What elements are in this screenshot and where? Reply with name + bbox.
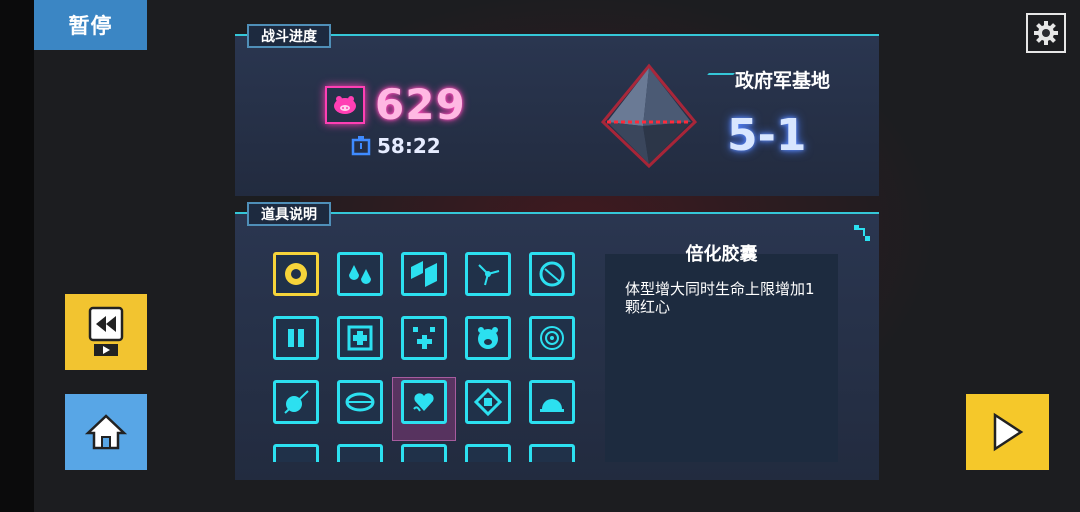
pause-bars-icon xyxy=(288,329,304,347)
pig-icon xyxy=(478,327,498,349)
stage-level: 5-1 xyxy=(727,110,807,161)
gear-icon xyxy=(1034,21,1058,45)
stopwatch-icon xyxy=(351,136,371,156)
heart-icon xyxy=(413,393,434,412)
item-description-text: 体型增大同时生命上限增加1颗红心 xyxy=(625,280,815,316)
home-button[interactable] xyxy=(65,394,147,470)
item-pause[interactable] xyxy=(273,316,319,360)
cracked-orb-icon xyxy=(539,261,565,287)
item-description-label: 道具说明 xyxy=(261,207,317,223)
item-crate-burst[interactable] xyxy=(465,380,511,424)
left-edge xyxy=(0,0,34,512)
medkit-icon xyxy=(347,325,373,351)
radar-icon xyxy=(540,326,564,350)
water-drop-icon xyxy=(349,265,371,284)
pause-button[interactable]: 暂停 xyxy=(34,0,147,50)
helmet-icon xyxy=(540,399,564,412)
item-water-drops[interactable] xyxy=(337,252,383,296)
item-sparkle-plus[interactable] xyxy=(401,316,447,360)
diamond-crystal-icon xyxy=(600,63,698,169)
score-row: 629 xyxy=(325,80,466,129)
item-description-panel: 道具说明 倍化胶囊 体型增大同时生命上限增加1颗红心 xyxy=(235,202,879,480)
item-heart-capsule[interactable] xyxy=(401,380,447,424)
target-icon xyxy=(285,263,307,285)
stage-name: 政府军基地 xyxy=(697,66,831,93)
battle-progress-label: 战斗进度 xyxy=(261,29,317,45)
item-helmet[interactable] xyxy=(529,380,575,424)
item-network[interactable] xyxy=(465,252,511,296)
settings-button[interactable] xyxy=(1026,13,1066,53)
pause-label: 暂停 xyxy=(68,14,113,38)
expand-corner-icon xyxy=(854,225,870,241)
sparkle-plus-icon xyxy=(413,327,435,349)
network-icon xyxy=(478,264,500,286)
item-grid xyxy=(273,252,583,462)
slash-face-icon xyxy=(284,390,309,414)
pig-target-icon xyxy=(325,85,365,124)
crate-burst-icon xyxy=(473,387,503,417)
item-row4-1[interactable] xyxy=(273,444,319,462)
item-shatter[interactable] xyxy=(401,252,447,296)
stage-name-text: 政府军基地 xyxy=(735,70,831,92)
continue-play-button[interactable] xyxy=(966,394,1049,470)
item-row4-2[interactable] xyxy=(337,444,383,462)
battle-progress-tab: 战斗进度 xyxy=(247,24,331,48)
item-row4-5[interactable] xyxy=(529,444,575,462)
home-icon xyxy=(85,414,127,450)
item-description-tab: 道具说明 xyxy=(247,202,331,226)
shatter-icon xyxy=(411,261,437,287)
item-cushion[interactable] xyxy=(337,380,383,424)
item-row4-3[interactable] xyxy=(401,444,447,462)
score-value: 629 xyxy=(375,80,466,129)
time-value: 58:22 xyxy=(377,134,441,158)
item-row4-4[interactable] xyxy=(465,444,511,462)
battle-progress-panel: 战斗进度 629 58:22 政府军基地 5-1 xyxy=(235,24,879,196)
item-title: 倍化胶囊 xyxy=(685,244,758,265)
play-icon xyxy=(993,412,1023,452)
time-row: 58:22 xyxy=(351,134,441,158)
item-medkit[interactable] xyxy=(337,316,383,360)
item-pig[interactable] xyxy=(465,316,511,360)
cushion-icon xyxy=(345,392,375,412)
item-shield-target[interactable] xyxy=(273,252,319,296)
item-radar[interactable] xyxy=(529,316,575,360)
video-rewind-icon xyxy=(88,306,124,356)
replay-video-button[interactable] xyxy=(65,294,147,370)
stage-name-line xyxy=(697,72,735,87)
item-cracked-orb[interactable] xyxy=(529,252,575,296)
item-slash-face[interactable] xyxy=(273,380,319,424)
